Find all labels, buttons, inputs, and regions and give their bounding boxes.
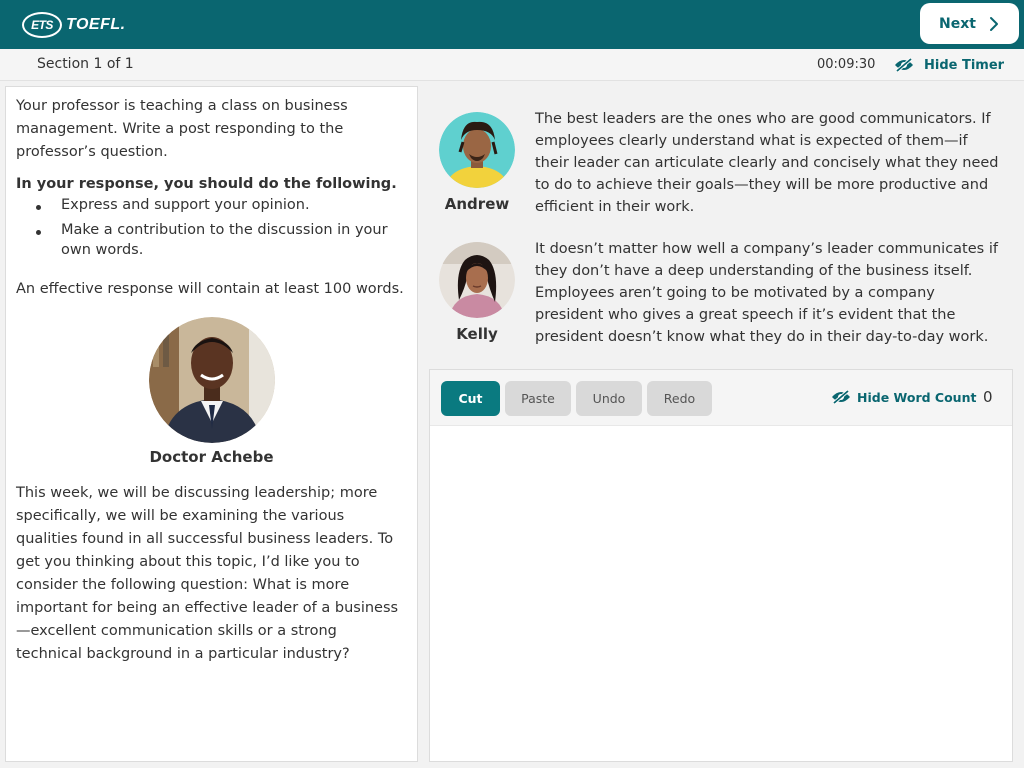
response-editor: Cut Paste Undo Redo Hide Word Count 0 — [429, 369, 1013, 762]
eye-slash-icon — [895, 58, 913, 72]
professor-question: This week, we will be discussing leaders… — [16, 485, 399, 662]
instruction-item: Make a contribution to the discussion in… — [16, 220, 407, 260]
student-post-text-kelly: It doesn’t matter how well a company’s l… — [535, 241, 998, 345]
prompt-intro: Your professor is teaching a class on bu… — [16, 98, 348, 160]
student-avatar-andrew — [439, 112, 515, 188]
hide-timer-label: Hide Timer — [924, 57, 1005, 73]
top-header-bar: ETS TOEFL. Next — [0, 0, 1024, 49]
instruction-item: Express and support your opinion. — [16, 195, 407, 215]
professor-avatar — [148, 317, 275, 443]
hide-word-count-toggle[interactable]: Hide Word Count — [831, 387, 976, 407]
next-button-label: Next — [939, 15, 976, 32]
hide-timer-toggle[interactable]: Hide Timer — [894, 55, 1004, 75]
professor-name: Doctor Achebe — [149, 448, 274, 466]
instructions-heading: In your response, you should do the foll… — [16, 176, 397, 192]
ets-toefl-logo: ETS TOEFL. — [22, 10, 126, 40]
cut-button[interactable]: Cut — [441, 381, 500, 416]
redo-button[interactable]: Redo — [647, 381, 712, 416]
ets-logo: ETS — [22, 12, 62, 38]
professor-card: Doctor Achebe — [16, 317, 407, 466]
editor-toolbar: Cut Paste Undo Redo Hide Word Count 0 — [430, 370, 1012, 426]
student-avatar-kelly — [439, 242, 515, 318]
countdown-timer: 00:09:30 — [817, 57, 876, 72]
student-name-andrew: Andrew — [444, 195, 510, 213]
prompt-panel: Your professor is teaching a class on bu… — [5, 86, 418, 762]
section-indicator: Section 1 of 1 — [37, 56, 134, 72]
toefl-logo-text: TOEFL. — [66, 16, 126, 33]
instructions-list: Express and support your opinion. Make a… — [16, 195, 407, 260]
paste-button[interactable]: Paste — [505, 381, 571, 416]
length-note: An effective response will contain at le… — [16, 281, 404, 297]
response-textarea[interactable] — [430, 427, 1012, 761]
next-button[interactable]: Next — [920, 3, 1019, 44]
student-post-text-andrew: The best leaders are the ones who are go… — [535, 111, 999, 215]
word-count-value: 0 — [983, 388, 993, 406]
undo-button[interactable]: Undo — [576, 381, 642, 416]
section-bar: Section 1 of 1 00:09:30 Hide Timer — [0, 49, 1024, 81]
chevron-right-icon — [989, 16, 998, 31]
eye-slash-icon — [832, 390, 850, 404]
student-name-kelly: Kelly — [456, 325, 498, 343]
hide-word-count-label: Hide Word Count — [857, 389, 977, 405]
